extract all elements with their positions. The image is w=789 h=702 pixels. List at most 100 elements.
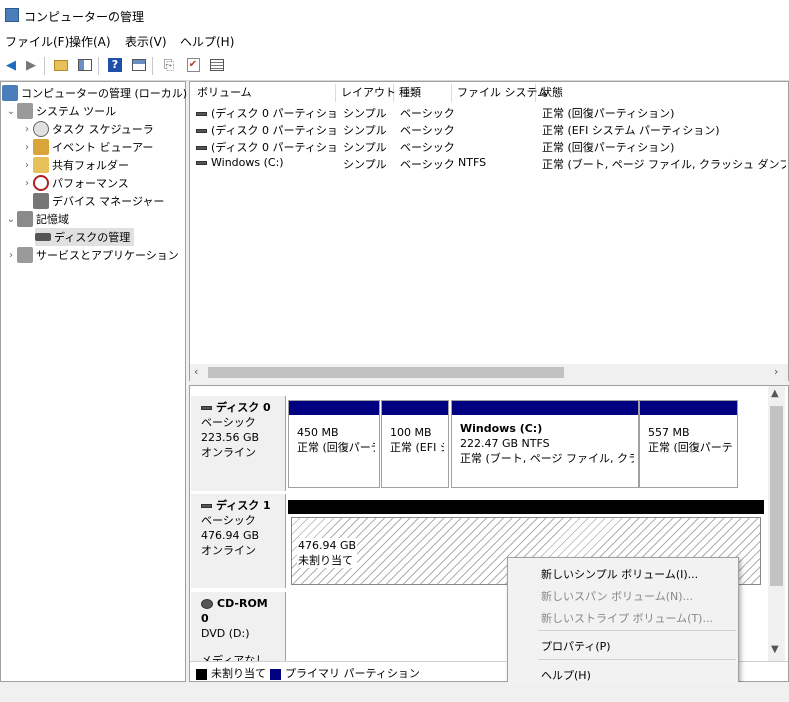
volume-name: (ディスク 0 パーティション 2) (211, 124, 336, 137)
scroll-down-icon[interactable]: ▼ (771, 644, 779, 655)
column-header-filesystem[interactable]: ファイル システム (452, 84, 548, 102)
tree-item-event-viewer[interactable]: › イベント ビューアー (21, 138, 153, 156)
tree-item-storage[interactable]: ⌄ 記憶域 (5, 210, 69, 228)
partition-disk0-1[interactable]: 450 MB 正常 (回復パーテ (288, 400, 380, 488)
computer-management-icon (2, 85, 18, 101)
column-header-volume[interactable]: ボリューム (192, 84, 336, 102)
volume-icon (196, 112, 207, 116)
legend-unallocated: 未割り当て (196, 665, 266, 681)
disk-state: オンライン (201, 446, 256, 459)
check-icon[interactable]: ✔ (184, 56, 202, 74)
up-folder-icon[interactable] (52, 56, 70, 74)
disk-icon (201, 504, 212, 508)
menu-item-help[interactable]: ヘルプ(H) (541, 667, 591, 683)
volume-name: Windows (C:) (211, 156, 284, 169)
column-header-status[interactable]: 状態 (536, 84, 786, 102)
partition-status: 未割り当て (298, 554, 353, 567)
partition-bar (452, 401, 638, 415)
horizontal-scroll-thumb[interactable] (208, 367, 564, 378)
menu-view[interactable]: 表示(V) (125, 33, 167, 50)
status-bar (0, 682, 789, 702)
tree-item-label: ディスクの管理 (54, 231, 131, 244)
volume-layout: シンプル (343, 124, 387, 137)
chevron-down-icon[interactable]: ⌄ (5, 214, 17, 225)
partition-disk0-5[interactable]: 557 MB 正常 (回復パーテ (639, 400, 738, 488)
partition-status: 正常 (回復パーテ (297, 441, 375, 454)
table-row[interactable]: (ディスク 0 パーティション 2) シンプル ベーシック 正常 (EFI シス… (190, 121, 788, 138)
tree-item-shared-folders[interactable]: › 共有フォルダー (21, 156, 129, 174)
volume-layout: シンプル (343, 158, 387, 171)
disk-name: ディスク 1 (216, 499, 271, 512)
tree-item-disk-management[interactable]: ディスクの管理 (35, 228, 135, 246)
forward-arrow-icon[interactable]: ▶ (22, 56, 40, 74)
legend-swatch-unallocated (196, 668, 207, 680)
list-view-icon[interactable] (208, 56, 226, 74)
chevron-right-icon[interactable]: › (5, 250, 17, 261)
scroll-left-icon[interactable]: ‹ (194, 365, 198, 378)
menu-item-new-spanned-volume[interactable]: 新しいスパン ボリューム(N)... (541, 588, 693, 604)
tree-item-performance[interactable]: › パフォーマンス (21, 174, 129, 192)
partition-bar (288, 500, 764, 514)
tree-item-label: タスク スケジューラ (52, 123, 154, 136)
tree-item-label: 共有フォルダー (52, 159, 129, 172)
back-arrow-icon[interactable]: ◀ (2, 56, 20, 74)
table-row[interactable]: (ディスク 0 パーティション 5) シンプル ベーシック 正常 (回復パーティ… (190, 138, 788, 155)
disk-state: オンライン (201, 544, 256, 557)
menu-item-new-striped-volume[interactable]: 新しいストライプ ボリューム(T)... (541, 610, 713, 626)
clock-icon (33, 121, 49, 137)
chevron-right-icon[interactable]: › (21, 178, 33, 189)
column-header-layout[interactable]: レイアウト (336, 84, 396, 102)
volume-type: ベーシック (400, 141, 455, 154)
menu-file[interactable]: ファイル(F) (5, 33, 69, 50)
disk-size: 223.56 GB (201, 431, 260, 444)
help-icon[interactable]: ? (106, 56, 124, 74)
menu-item-new-simple-volume[interactable]: 新しいシンプル ボリューム(I)... (541, 566, 698, 582)
volume-status: 正常 (回復パーティション) (542, 141, 675, 154)
tree-item-system-tools[interactable]: ⌄ システム ツール (5, 102, 116, 120)
chevron-right-icon[interactable]: › (21, 160, 33, 171)
volume-icon (196, 146, 207, 150)
chevron-down-icon[interactable]: ⌄ (5, 106, 17, 117)
table-row[interactable]: (ディスク 0 パーティション 1) シンプル ベーシック 正常 (回復パーティ… (190, 104, 788, 121)
cdrom-0-label[interactable]: CD-ROM 0 DVD (D:) メディアなし (191, 592, 286, 667)
menu-separator (538, 659, 736, 660)
partition-status: 正常 (回復パーテ (648, 441, 733, 454)
table-row[interactable]: Windows (C:) シンプル ベーシック NTFS 正常 (ブート, ペー… (190, 155, 788, 172)
tree-item-label: システム ツール (36, 105, 117, 118)
scroll-right-icon[interactable]: › (774, 365, 778, 378)
tree-item-label: パフォーマンス (52, 177, 129, 190)
disk-0-label[interactable]: ディスク 0 ベーシック 223.56 GB オンライン (191, 396, 286, 491)
scroll-up-icon[interactable]: ▲ (771, 388, 779, 399)
tree-item-root[interactable]: コンピューターの管理 (ローカル) (2, 84, 187, 102)
partition-bar (289, 401, 379, 415)
volume-status: 正常 (EFI システム パーティション) (542, 124, 720, 137)
volume-icon (196, 161, 207, 165)
menu-action[interactable]: 操作(A) (69, 33, 111, 50)
legend-label: プライマリ パーティション (285, 667, 420, 680)
tree-item-task-scheduler[interactable]: › タスク スケジューラ (21, 120, 154, 138)
partition-bar (382, 401, 448, 415)
toolbar: ◀ ▶ ? ⎘ ✔ (0, 51, 789, 81)
menu-bar: ファイル(F) 操作(A) 表示(V) ヘルプ(H) (0, 30, 789, 51)
menu-item-properties[interactable]: プロパティ(P) (541, 638, 611, 654)
show-hide-tree-icon[interactable] (76, 56, 94, 74)
volume-list: ボリューム レイアウト 種類 ファイル システム 状態 (ディスク 0 パーティ… (189, 81, 789, 381)
vertical-scroll-thumb[interactable] (770, 406, 783, 586)
partition-size: 557 MB (648, 426, 690, 439)
partition-disk0-2[interactable]: 100 MB 正常 (EFI シ (381, 400, 449, 488)
properties-icon[interactable] (130, 56, 148, 74)
event-viewer-icon (33, 139, 49, 155)
disk-type: ベーシック (201, 514, 256, 527)
volume-name: (ディスク 0 パーティション 1) (211, 107, 336, 120)
connect-icon[interactable]: ⎘ (160, 56, 178, 74)
column-header-type[interactable]: 種類 (394, 84, 452, 102)
tree-item-device-manager[interactable]: デバイス マネージャー (33, 192, 164, 210)
cdrom-icon (201, 599, 213, 609)
chevron-right-icon[interactable]: › (21, 124, 33, 135)
menu-help[interactable]: ヘルプ(H) (180, 33, 234, 50)
tree-item-services-apps[interactable]: › サービスとアプリケーション (5, 246, 179, 264)
disk-1-label[interactable]: ディスク 1 ベーシック 476.94 GB オンライン (191, 494, 286, 588)
legend-label: 未割り当て (211, 667, 266, 680)
partition-windows-c[interactable]: Windows (C:) 222.47 GB NTFS 正常 (ブート, ページ… (451, 400, 639, 488)
chevron-right-icon[interactable]: › (21, 142, 33, 153)
